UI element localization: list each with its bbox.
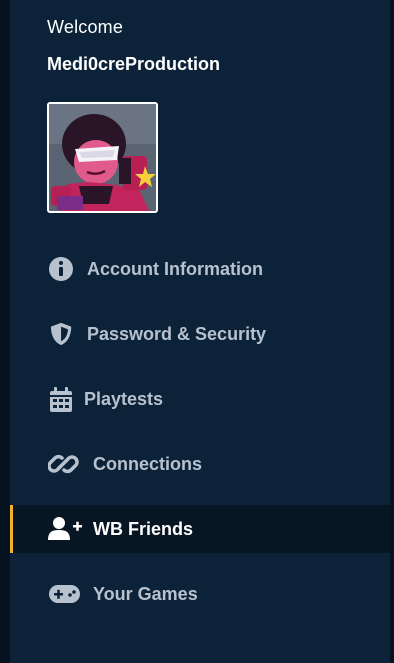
user-plus-icon [48,517,82,541]
nav-item-wb-friends[interactable]: WB Friends [10,505,390,553]
nav-item-label: Connections [93,453,203,474]
nav-item-label: Playtests [84,388,164,409]
nav-item-label: WB Friends [93,518,194,539]
nav-item-label: Your Games [93,583,198,604]
nav-item-your-games[interactable]: Your Games [10,570,390,618]
shield-icon [48,322,76,346]
nav-item-playtests[interactable]: Playtests [10,375,390,423]
avatar[interactable] [47,102,158,213]
avatar-image [49,104,156,211]
gamepad-icon [48,582,82,606]
nav-item-account-information[interactable]: Account Information [10,245,390,293]
info-circle-icon [48,257,76,281]
welcome-text: Welcome [47,17,124,37]
username: Medi0creProduction [47,54,221,74]
link-icon [47,452,80,476]
account-sidebar: Welcome Medi0creProduction Account Infor… [10,0,390,663]
nav-item-label: Account Information [87,258,263,279]
calendar-icon [48,387,76,412]
nav-item-password-security[interactable]: Password & Security [10,310,390,358]
nav-item-connections[interactable]: Connections [10,440,390,488]
nav-item-label: Password & Security [87,323,267,344]
